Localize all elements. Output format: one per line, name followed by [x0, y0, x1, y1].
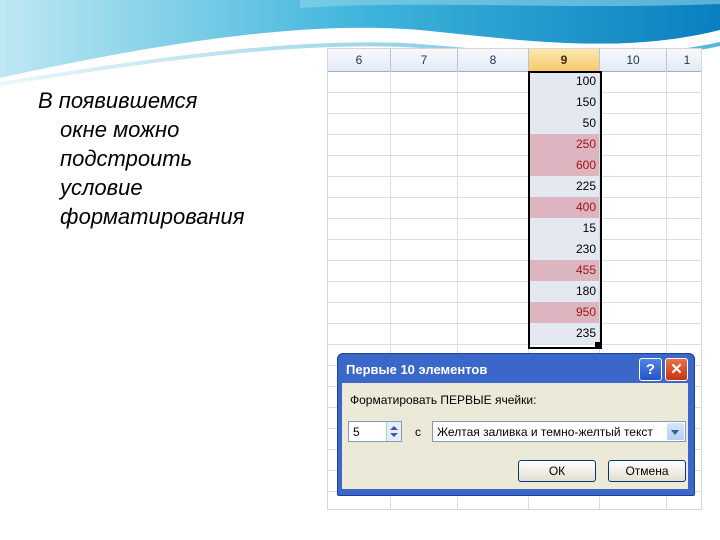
caption-line: условие	[60, 175, 143, 200]
format-top-cells-label: Форматировать ПЕРВЫЕ ячейки:	[350, 393, 537, 407]
column-header-9[interactable]: 9	[529, 49, 600, 72]
top-10-dialog: Первые 10 элементов ? ✕ Форматировать ПЕ…	[337, 353, 695, 496]
column-header-7[interactable]: 7	[391, 49, 458, 72]
cancel-button[interactable]: Отмена	[608, 460, 686, 482]
grid-line	[328, 302, 701, 303]
ok-button[interactable]: ОК	[518, 460, 596, 482]
column-header-8[interactable]: 8	[458, 49, 529, 72]
spinner-buttons[interactable]	[386, 422, 401, 441]
selection-frame	[528, 71, 602, 349]
dialog-title: Первые 10 элементов	[346, 362, 488, 377]
grid-line	[328, 323, 701, 324]
grid-line	[328, 281, 701, 282]
with-label: с	[415, 425, 421, 439]
slide-caption: В появившемся окне можно подстроить усло…	[38, 86, 308, 231]
format-dropdown-value[interactable]: Желтая заливка и темно-желтый текст	[437, 425, 653, 439]
caption-line: форматирования	[60, 204, 245, 229]
grid-line	[328, 134, 701, 135]
caption-line: окне можно	[60, 117, 180, 142]
help-button[interactable]: ?	[639, 358, 662, 381]
grid-line	[328, 260, 701, 261]
count-value[interactable]: 5	[353, 425, 360, 439]
grid-line	[328, 218, 701, 219]
close-button[interactable]: ✕	[665, 358, 688, 381]
format-dropdown[interactable]: Желтая заливка и темно-желтый текст	[432, 421, 686, 442]
spin-down-icon[interactable]	[390, 433, 398, 437]
caption-line: подстроить	[60, 146, 193, 171]
count-spinner[interactable]: 5	[348, 421, 402, 442]
grid-line	[328, 239, 701, 240]
grid-line	[328, 155, 701, 156]
column-header-11[interactable]: 1	[667, 49, 701, 72]
dropdown-button[interactable]	[667, 423, 684, 440]
column-header-6[interactable]: 6	[328, 49, 391, 72]
fill-handle[interactable]	[595, 342, 600, 347]
grid-line	[328, 344, 701, 345]
caption-line: В появившемся	[38, 88, 198, 113]
dialog-body: Форматировать ПЕРВЫЕ ячейки: 5 с Желтая …	[342, 383, 688, 489]
chevron-down-icon	[671, 430, 679, 435]
spin-up-icon[interactable]	[390, 426, 398, 430]
grid-line	[328, 113, 701, 114]
column-header-10[interactable]: 10	[600, 49, 667, 72]
grid-line	[328, 176, 701, 177]
grid-line	[328, 197, 701, 198]
grid-line	[328, 92, 701, 93]
